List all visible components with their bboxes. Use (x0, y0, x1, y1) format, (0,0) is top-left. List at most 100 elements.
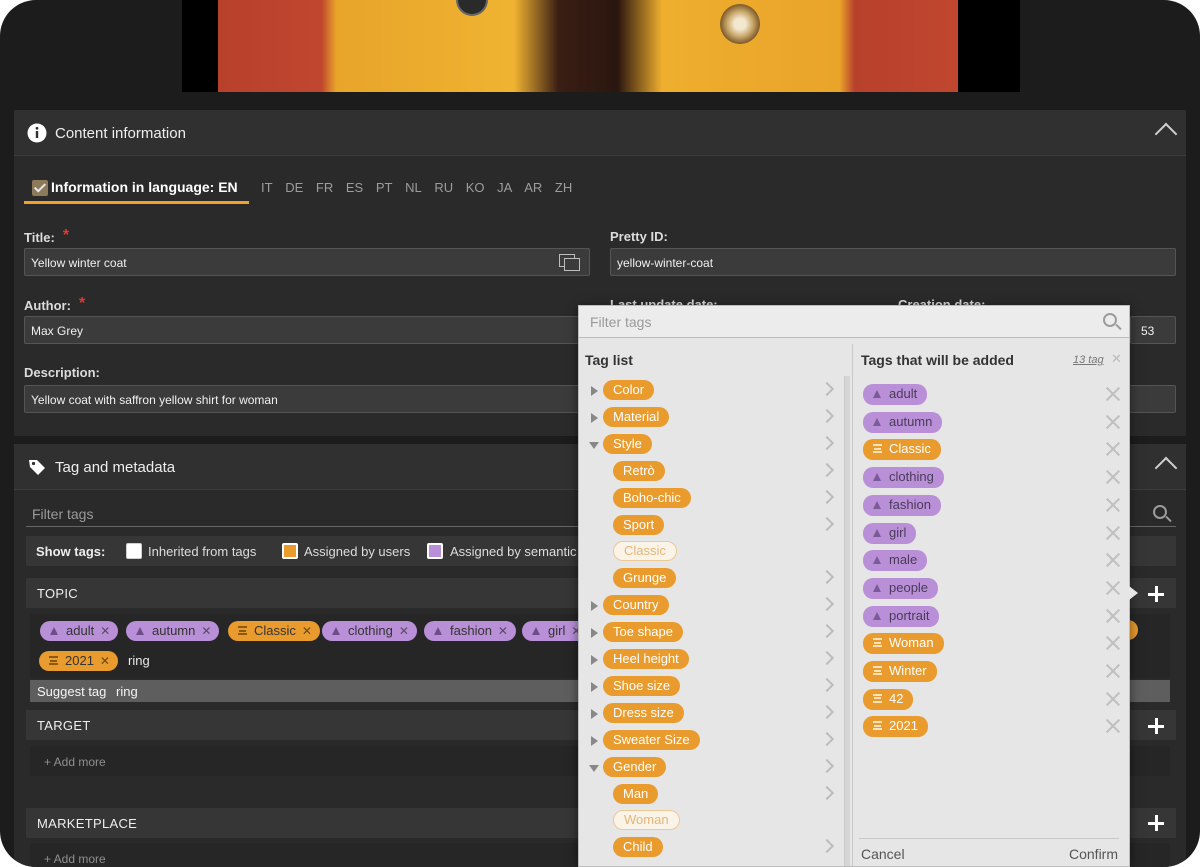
tag-list-row[interactable]: Shoe size (579, 674, 844, 700)
tab-language-de[interactable]: DE (285, 180, 303, 195)
tag-list-pill[interactable]: Sport (613, 514, 665, 535)
expand-right-icon[interactable] (591, 655, 598, 665)
language-checkbox[interactable] (32, 180, 48, 196)
remove-chip-icon[interactable]: ✕ (302, 624, 312, 638)
search-icon[interactable] (1103, 313, 1117, 327)
tag-list-row[interactable]: Material (579, 405, 844, 431)
assigned-users-checkbox[interactable] (282, 543, 298, 559)
inherited-checkbox[interactable] (126, 543, 142, 559)
tag-list-row[interactable]: Grunge (579, 566, 844, 592)
tag-list-row[interactable]: Country (579, 593, 844, 619)
remove-tag-icon[interactable] (1105, 608, 1121, 624)
tag-list-pill[interactable]: Material (603, 406, 670, 427)
remove-tag-icon[interactable] (1105, 718, 1121, 734)
tag-list-row[interactable]: Man (579, 782, 844, 808)
tag-list-row[interactable]: Woman (579, 808, 844, 834)
tag-list-pill[interactable]: Boho-chic (613, 487, 691, 508)
remove-tag-icon[interactable] (1105, 441, 1121, 457)
remove-chip-icon[interactable]: ✕ (100, 654, 110, 668)
tag-list-row[interactable]: Sweater Size (579, 728, 844, 754)
expand-down-icon[interactable] (589, 441, 599, 449)
topic-chip-2021[interactable]: 2021 ✕ (39, 651, 118, 671)
tag-list-row[interactable]: Sport (579, 513, 844, 539)
pretty-id-field[interactable]: yellow-winter-coat (610, 248, 1176, 276)
tag-list-pill[interactable]: Woman (613, 810, 680, 831)
content-section-header[interactable]: Content information (14, 110, 1186, 156)
added-tag-chip[interactable]: male (863, 550, 928, 572)
added-tag-chip[interactable]: Classic (863, 439, 941, 461)
chevron-right-icon[interactable] (819, 516, 835, 531)
remove-chip-icon[interactable]: ✕ (498, 624, 508, 638)
chevron-right-icon[interactable] (819, 489, 835, 504)
add-target-plus-icon[interactable] (1148, 718, 1164, 734)
tag-list-pill[interactable]: Heel height (603, 649, 689, 669)
remove-tag-icon[interactable] (1105, 525, 1121, 541)
remove-tag-icon[interactable] (1105, 386, 1121, 402)
remove-chip-icon[interactable]: ✕ (201, 624, 211, 638)
remove-chip-icon[interactable]: ✕ (100, 624, 110, 638)
tab-language-ko[interactable]: KO (466, 180, 485, 195)
chevron-right-icon[interactable] (819, 435, 835, 450)
creation-date-field[interactable]: 53 (1130, 316, 1176, 344)
chevron-right-icon[interactable] (819, 408, 835, 423)
tag-list-pill[interactable]: Retrò (613, 460, 665, 481)
added-tag-chip[interactable]: Woman (863, 633, 944, 655)
chevron-right-icon[interactable] (819, 677, 835, 692)
remove-chip-icon[interactable]: ✕ (399, 624, 409, 638)
added-tag-chip[interactable]: fashion (863, 494, 941, 516)
tag-list-row[interactable]: Boho-chic (579, 486, 844, 512)
remove-tag-icon[interactable] (1105, 552, 1121, 568)
expand-right-icon[interactable] (591, 681, 598, 692)
assigned-semantic-checkbox[interactable] (427, 543, 443, 559)
remove-tag-icon[interactable] (1105, 635, 1121, 651)
dropdown-filter-input[interactable]: Filter tags (579, 306, 1129, 338)
collapse-chevron-icon[interactable] (1154, 456, 1178, 480)
tab-language-pt[interactable]: PT (376, 180, 393, 195)
chevron-right-icon[interactable] (819, 462, 835, 477)
tag-list-pill[interactable]: Child (613, 837, 663, 858)
collapse-chevron-icon[interactable] (1154, 122, 1178, 146)
added-tag-chip[interactable]: autumn (863, 411, 943, 433)
added-tag-chip[interactable]: adult (863, 384, 928, 405)
chevron-right-icon[interactable] (819, 650, 835, 666)
add-topic-plus-icon[interactable] (1148, 586, 1164, 602)
tab-language-zh[interactable]: ZH (555, 180, 572, 195)
tab-language-ja[interactable]: JA (497, 180, 512, 195)
chevron-right-icon[interactable] (819, 758, 835, 773)
expand-right-icon[interactable] (591, 708, 598, 719)
remove-tag-icon[interactable] (1105, 663, 1121, 679)
tag-list-pill[interactable]: Dress size (603, 702, 684, 723)
remove-tag-icon[interactable] (1105, 414, 1121, 430)
expand-right-icon[interactable] (591, 412, 598, 423)
tab-language-nl[interactable]: NL (405, 180, 422, 195)
tag-list-pill[interactable]: Sweater Size (603, 729, 700, 750)
tag-list-row[interactable]: Color (579, 378, 844, 404)
chevron-right-icon[interactable] (819, 381, 835, 397)
added-tag-chip[interactable]: 2021 (863, 716, 928, 738)
tag-list-scrollbar[interactable] (844, 376, 850, 866)
added-tag-chip[interactable]: Winter (863, 661, 937, 682)
tag-list-pill[interactable]: Classic (613, 541, 677, 562)
expand-down-icon[interactable] (589, 764, 599, 772)
tab-language-it[interactable]: IT (261, 180, 273, 195)
chevron-right-icon[interactable] (819, 624, 835, 639)
cancel-button[interactable]: Cancel (861, 846, 905, 862)
tag-list-pill[interactable]: Gender (603, 756, 667, 777)
tag-list-pill[interactable]: Toe shape (603, 622, 683, 643)
remove-tag-icon[interactable] (1105, 497, 1121, 513)
topic-chip-fashion[interactable]: fashion ✕ (424, 621, 516, 641)
confirm-button[interactable]: Confirm (1069, 846, 1118, 862)
chevron-right-icon[interactable] (819, 785, 835, 800)
expand-right-icon[interactable] (591, 601, 598, 612)
title-field[interactable]: Yellow winter coat (24, 248, 590, 276)
author-field[interactable]: Max Grey (24, 316, 590, 344)
expand-right-icon[interactable] (591, 386, 598, 396)
topic-chip-adult[interactable]: adult ✕ (40, 621, 119, 641)
tag-list-pill[interactable]: Country (603, 595, 669, 616)
topic-typed-text[interactable]: ring (128, 653, 150, 668)
tag-list-row[interactable]: Classic (579, 539, 844, 565)
tag-list-pill[interactable]: Man (613, 783, 659, 804)
tag-list-row[interactable]: Retrò (579, 459, 844, 485)
tab-language-en[interactable]: Information in language: EN (24, 176, 249, 204)
topic-chip-clothing[interactable]: clothing ✕ (322, 621, 417, 641)
